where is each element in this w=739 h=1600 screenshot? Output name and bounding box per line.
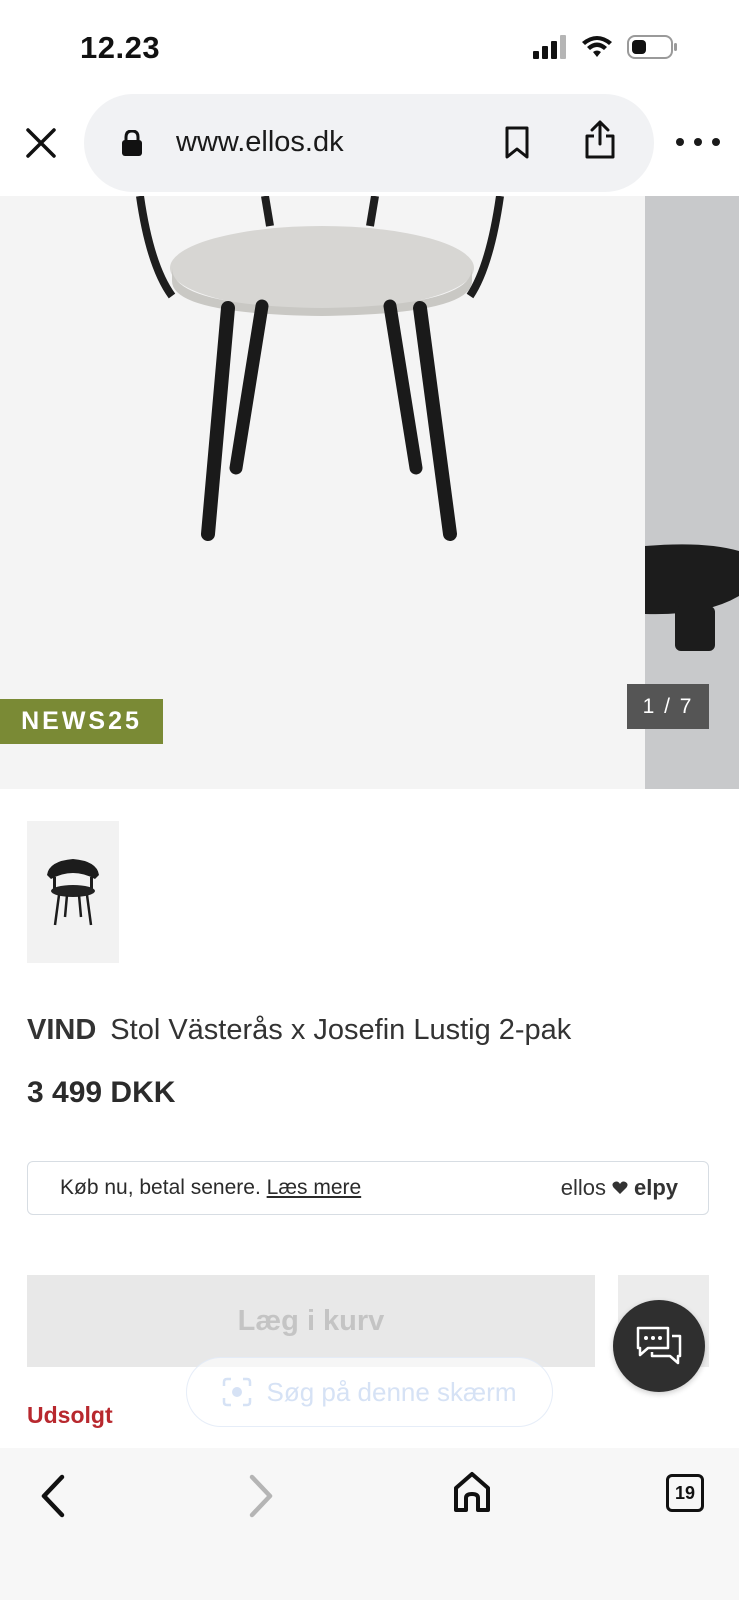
close-button[interactable] xyxy=(20,122,62,164)
dot-icon xyxy=(676,138,684,146)
product-image-gallery[interactable]: NEWS25 1 / 7 xyxy=(0,196,739,789)
close-icon xyxy=(26,128,56,158)
tabs-button[interactable]: 19 xyxy=(666,1474,704,1512)
address-bar[interactable]: www.ellos.dk xyxy=(84,94,654,192)
financing-text: Køb nu, betal senere. Læs mere xyxy=(60,1176,361,1200)
battery-icon xyxy=(627,35,677,59)
chat-icon xyxy=(636,1326,682,1365)
financing-banner: Køb nu, betal senere. Læs mere ellos elp… xyxy=(27,1161,709,1215)
product-title: VIND Stol Västerås x Josefin Lustig 2-pak xyxy=(27,1014,571,1047)
product-name: Stol Västerås x Josefin Lustig 2-pak xyxy=(110,1014,572,1046)
product-brand: VIND xyxy=(27,1014,97,1046)
add-to-cart-button[interactable]: Læg i kurv xyxy=(27,1275,595,1367)
image-counter: 1 / 7 xyxy=(627,684,709,729)
more-options-button[interactable] xyxy=(676,130,720,154)
promo-badge: NEWS25 xyxy=(0,699,163,744)
heart-icon xyxy=(612,1181,628,1194)
status-time: 12.23 xyxy=(80,30,161,65)
browser-bottom-nav: 19 xyxy=(0,1448,739,1600)
status-bar: 12.23 xyxy=(0,0,739,96)
dot-icon xyxy=(694,138,702,146)
chair-thumbnail-image xyxy=(47,859,99,926)
chat-button[interactable] xyxy=(613,1300,705,1392)
product-price: 3 499 DKK xyxy=(27,1076,176,1109)
wifi-icon xyxy=(582,36,612,57)
browser-toolbar: www.ellos.dk xyxy=(0,92,739,196)
bookmark-icon[interactable] xyxy=(504,126,530,160)
product-thumbnail[interactable] xyxy=(27,821,119,963)
back-arrow-icon[interactable] xyxy=(36,1473,70,1519)
home-icon[interactable] xyxy=(452,1470,492,1514)
lock-icon xyxy=(122,130,142,156)
forward-arrow-icon[interactable] xyxy=(244,1473,278,1519)
screen-search-label: Søg på denne skærm xyxy=(266,1376,517,1407)
read-more-link[interactable]: Læs mere xyxy=(267,1176,362,1199)
ellos-logo-text: ellos xyxy=(560,1175,606,1200)
lens-icon xyxy=(223,1377,252,1407)
url-text: www.ellos.dk xyxy=(176,126,344,158)
search-this-screen-button[interactable]: Søg på denne skærm xyxy=(186,1357,553,1427)
status-icons xyxy=(533,34,679,60)
stock-status: Udsolgt xyxy=(27,1402,113,1428)
share-icon[interactable] xyxy=(584,120,616,160)
financing-message: Køb nu, betal senere. xyxy=(60,1176,261,1199)
dot-icon xyxy=(712,138,720,146)
ellos-elpy-logo: ellos elpy xyxy=(561,1175,678,1201)
elpy-logo-text: elpy xyxy=(633,1175,678,1200)
signal-icon xyxy=(533,35,566,59)
